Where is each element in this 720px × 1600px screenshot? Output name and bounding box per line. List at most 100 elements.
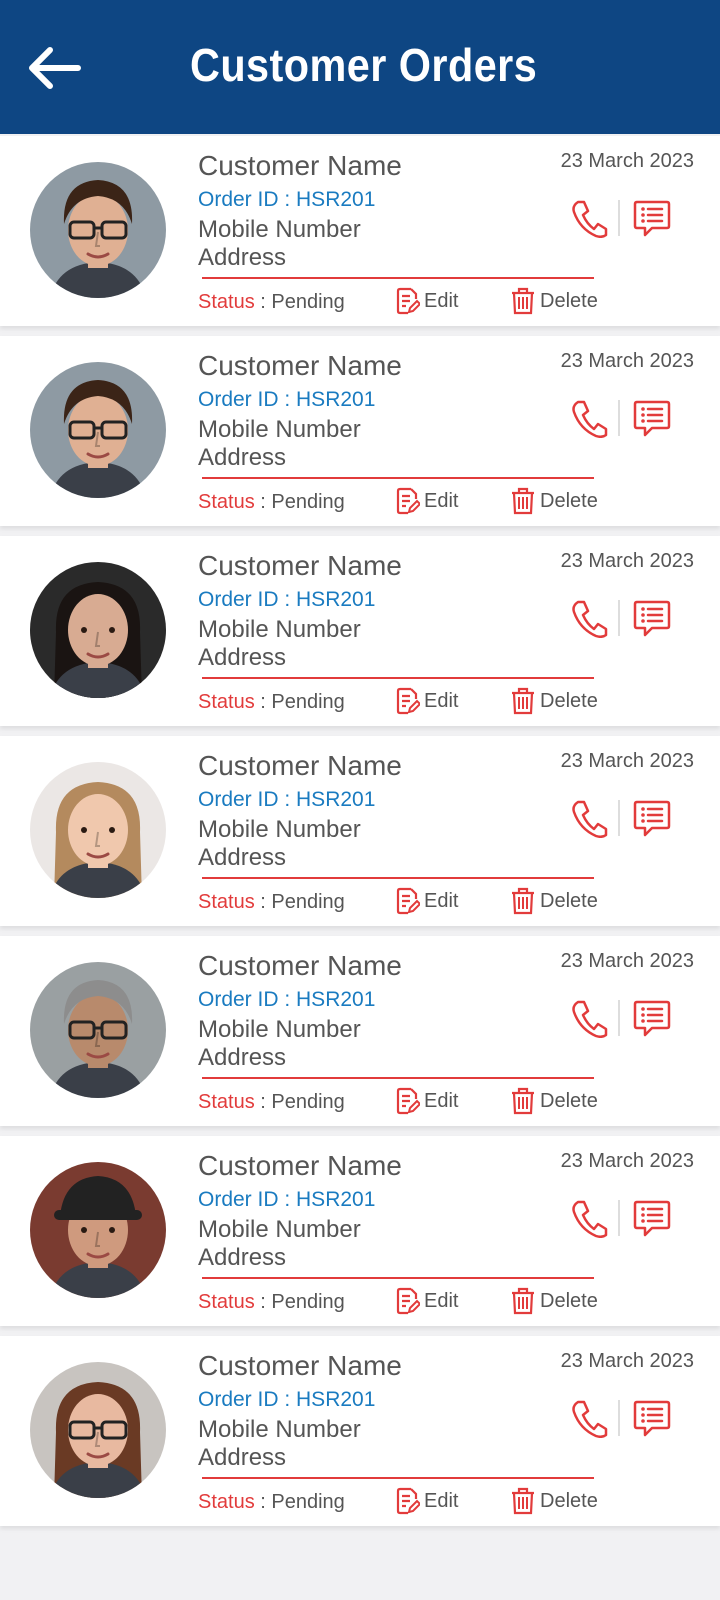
- icon-divider: [618, 200, 620, 236]
- order-id: Order ID : HSR201: [198, 588, 376, 611]
- message-button[interactable]: [632, 998, 672, 1038]
- order-date: 23 March 2023: [560, 1350, 694, 1372]
- order-id: Order ID : HSR201: [198, 1188, 376, 1211]
- message-list-icon: [633, 200, 671, 237]
- icon-divider: [618, 1000, 620, 1036]
- edit-icon: [396, 1287, 420, 1315]
- address: Address: [198, 1044, 287, 1071]
- mobile-number: Mobile Number: [198, 816, 361, 843]
- order-card[interactable]: Customer Name Order ID : HSR201 Mobile N…: [0, 936, 720, 1126]
- call-button[interactable]: [570, 1198, 608, 1239]
- customer-name: Customer Name: [198, 750, 402, 781]
- status-label: Status: [198, 1091, 255, 1113]
- edit-button[interactable]: Edit: [396, 1486, 458, 1516]
- status-label: Status: [198, 1291, 255, 1313]
- card-divider: [202, 277, 594, 279]
- edit-label: Edit: [424, 1289, 459, 1312]
- edit-button[interactable]: Edit: [396, 1286, 458, 1316]
- avatar: [30, 762, 166, 898]
- order-card[interactable]: Customer Name Order ID : HSR201 Mobile N…: [0, 1136, 720, 1326]
- message-button[interactable]: [632, 1398, 672, 1438]
- delete-button[interactable]: Delete: [510, 486, 598, 516]
- order-date: 23 March 2023: [560, 350, 694, 372]
- avatar: [30, 162, 166, 298]
- edit-button[interactable]: Edit: [396, 686, 458, 716]
- icon-divider: [618, 400, 620, 436]
- customer-name: Customer Name: [198, 350, 402, 381]
- status-value: : Pending: [254, 491, 345, 513]
- message-list-icon: [633, 1200, 671, 1237]
- delete-label: Delete: [540, 289, 598, 312]
- phone-icon: [572, 600, 608, 639]
- icon-divider: [618, 600, 620, 636]
- mobile-number: Mobile Number: [198, 1216, 361, 1243]
- card-divider: [202, 877, 594, 879]
- call-button[interactable]: [570, 598, 608, 639]
- message-button[interactable]: [632, 798, 672, 838]
- status-value: : Pending: [254, 1091, 345, 1113]
- order-card[interactable]: Customer Name Order ID : HSR201 Mobile N…: [0, 136, 720, 326]
- delete-label: Delete: [540, 689, 598, 712]
- status-label: Status: [198, 691, 255, 713]
- status-text: Status : Pending: [198, 1291, 345, 1314]
- call-button[interactable]: [570, 798, 608, 839]
- order-id: Order ID : HSR201: [198, 388, 376, 411]
- address: Address: [198, 844, 287, 871]
- phone-icon: [572, 1000, 608, 1039]
- mobile-number: Mobile Number: [198, 416, 361, 443]
- trash-icon: [512, 287, 534, 315]
- message-list-icon: [633, 600, 671, 637]
- phone-icon: [572, 1400, 608, 1439]
- avatar: [30, 1162, 166, 1298]
- edit-icon: [396, 687, 420, 715]
- order-card[interactable]: Customer Name Order ID : HSR201 Mobile N…: [0, 1336, 720, 1526]
- status-label: Status: [198, 891, 255, 913]
- delete-button[interactable]: Delete: [510, 686, 598, 716]
- phone-icon: [572, 800, 608, 839]
- avatar: [30, 562, 166, 698]
- edit-icon: [396, 1087, 420, 1115]
- status-text: Status : Pending: [198, 491, 345, 514]
- call-button[interactable]: [570, 398, 608, 439]
- delete-button[interactable]: Delete: [510, 1286, 598, 1316]
- message-list-icon: [633, 400, 671, 437]
- delete-button[interactable]: Delete: [510, 886, 598, 916]
- status-value: : Pending: [254, 291, 345, 313]
- order-id: Order ID : HSR201: [198, 788, 376, 811]
- call-button[interactable]: [570, 1398, 608, 1439]
- edit-button[interactable]: Edit: [396, 486, 458, 516]
- order-date: 23 March 2023: [560, 750, 694, 772]
- order-card[interactable]: Customer Name Order ID : HSR201 Mobile N…: [0, 536, 720, 726]
- card-divider: [202, 477, 594, 479]
- call-button[interactable]: [570, 998, 608, 1039]
- edit-label: Edit: [424, 889, 459, 912]
- message-button[interactable]: [632, 198, 672, 238]
- order-list: Customer Name Order ID : HSR201 Mobile N…: [0, 136, 720, 1536]
- call-button[interactable]: [570, 198, 608, 239]
- delete-button[interactable]: Delete: [510, 1086, 598, 1116]
- order-date: 23 March 2023: [560, 150, 694, 172]
- edit-label: Edit: [424, 1089, 459, 1112]
- edit-button[interactable]: Edit: [396, 886, 458, 916]
- trash-icon: [512, 687, 534, 715]
- mobile-number: Mobile Number: [198, 1016, 361, 1043]
- delete-button[interactable]: Delete: [510, 286, 598, 316]
- edit-label: Edit: [424, 289, 459, 312]
- message-button[interactable]: [632, 398, 672, 438]
- message-button[interactable]: [632, 598, 672, 638]
- status-value: : Pending: [254, 1291, 345, 1313]
- status-text: Status : Pending: [198, 1491, 345, 1514]
- order-card[interactable]: Customer Name Order ID : HSR201 Mobile N…: [0, 336, 720, 526]
- status-label: Status: [198, 1491, 255, 1513]
- edit-button[interactable]: Edit: [396, 1086, 458, 1116]
- delete-label: Delete: [540, 1089, 598, 1112]
- order-date: 23 March 2023: [560, 950, 694, 972]
- edit-button[interactable]: Edit: [396, 286, 458, 316]
- message-list-icon: [633, 1400, 671, 1437]
- address: Address: [198, 1444, 287, 1471]
- message-button[interactable]: [632, 1198, 672, 1238]
- order-card[interactable]: Customer Name Order ID : HSR201 Mobile N…: [0, 736, 720, 926]
- delete-button[interactable]: Delete: [510, 1486, 598, 1516]
- customer-name: Customer Name: [198, 1350, 402, 1381]
- customer-name: Customer Name: [198, 1150, 402, 1181]
